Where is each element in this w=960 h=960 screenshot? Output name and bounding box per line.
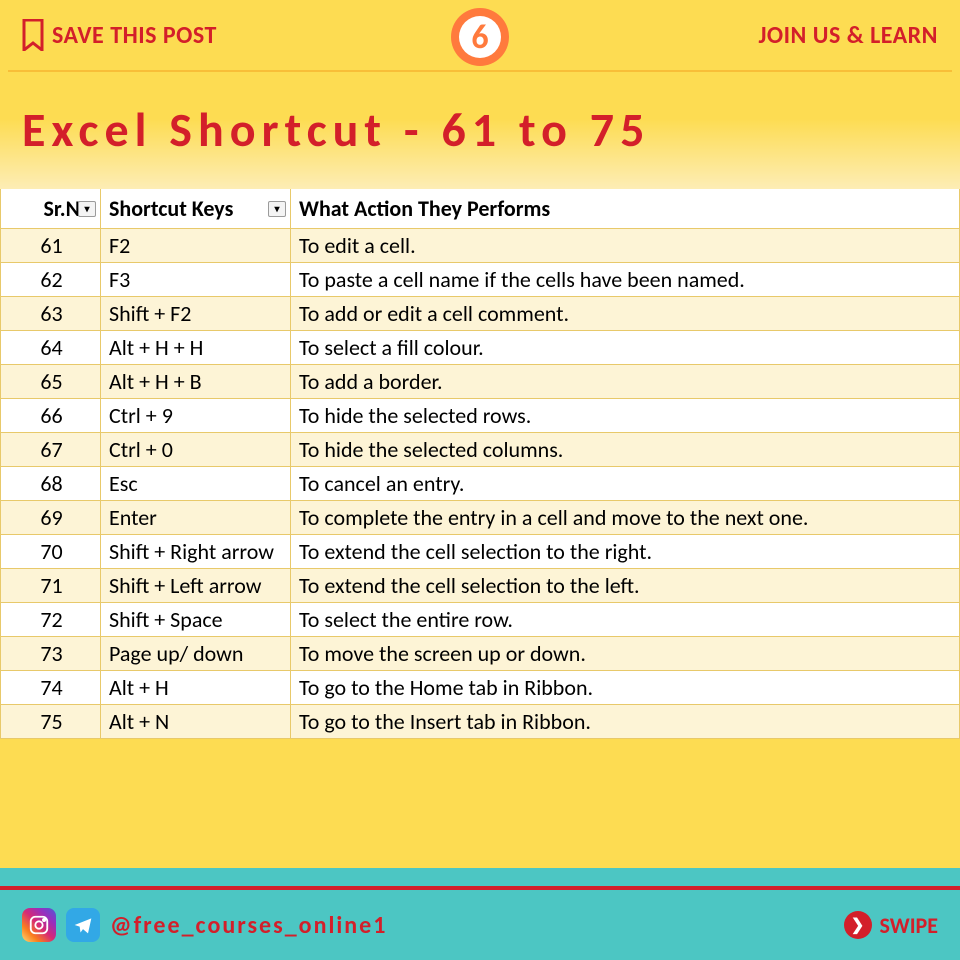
table-row: 61F2To edit a cell. bbox=[1, 229, 960, 263]
table-row: 69EnterTo complete the entry in a cell a… bbox=[1, 501, 960, 535]
filter-icon[interactable]: ▾ bbox=[78, 201, 96, 217]
table-row: 71Shift + Left arrowTo extend the cell s… bbox=[1, 569, 960, 603]
social-group: @free_courses_online1 bbox=[22, 908, 387, 942]
cell-keys: Shift + Left arrow bbox=[101, 569, 291, 603]
cell-action: To add a border. bbox=[291, 365, 960, 399]
cell-srno: 64 bbox=[1, 331, 101, 365]
instagram-icon[interactable] bbox=[22, 908, 56, 942]
cell-action: To edit a cell. bbox=[291, 229, 960, 263]
cell-srno: 68 bbox=[1, 467, 101, 501]
footer-gap bbox=[0, 868, 960, 882]
page-title: Excel Shortcut - 61 to 75 bbox=[22, 100, 938, 159]
cell-srno: 63 bbox=[1, 297, 101, 331]
cell-action: To cancel an entry. bbox=[291, 467, 960, 501]
cell-srno: 61 bbox=[1, 229, 101, 263]
table-row: 66Ctrl + 9To hide the selected rows. bbox=[1, 399, 960, 433]
page-number: 6 bbox=[459, 16, 501, 58]
table-row: 64Alt + H + HTo select a fill colour. bbox=[1, 331, 960, 365]
cell-srno: 71 bbox=[1, 569, 101, 603]
footer: @free_courses_online1 ❯ SWIPE bbox=[0, 882, 960, 960]
cell-action: To select a fill colour. bbox=[291, 331, 960, 365]
cell-keys: Shift + Space bbox=[101, 603, 291, 637]
filter-icon[interactable]: ▾ bbox=[268, 201, 286, 217]
cell-keys: Alt + N bbox=[101, 705, 291, 739]
cell-action: To move the screen up or down. bbox=[291, 637, 960, 671]
table-row: 63Shift + F2To add or edit a cell commen… bbox=[1, 297, 960, 331]
col-keys-label: Shortcut Keys bbox=[109, 195, 233, 222]
cell-srno: 75 bbox=[1, 705, 101, 739]
cell-srno: 72 bbox=[1, 603, 101, 637]
cell-keys: Shift + F2 bbox=[101, 297, 291, 331]
table-row: 75Alt + NTo go to the Insert tab in Ribb… bbox=[1, 705, 960, 739]
cell-keys: Alt + H + H bbox=[101, 331, 291, 365]
col-action: What Action They Performs bbox=[291, 189, 960, 229]
swipe-label: SWIPE bbox=[880, 912, 938, 939]
table-row: 70Shift + Right arrowTo extend the cell … bbox=[1, 535, 960, 569]
cell-keys: Ctrl + 0 bbox=[101, 433, 291, 467]
cell-srno: 62 bbox=[1, 263, 101, 297]
cell-srno: 66 bbox=[1, 399, 101, 433]
cell-action: To go to the Insert tab in Ribbon. bbox=[291, 705, 960, 739]
table-row: 68EscTo cancel an entry. bbox=[1, 467, 960, 501]
table-row: 62F3To paste a cell name if the cells ha… bbox=[1, 263, 960, 297]
save-label: SAVE THIS POST bbox=[52, 21, 217, 50]
col-keys: Shortcut Keys ▾ bbox=[101, 189, 291, 229]
title-section: Excel Shortcut - 61 to 75 bbox=[0, 72, 960, 189]
cell-keys: Page up/ down bbox=[101, 637, 291, 671]
cell-srno: 70 bbox=[1, 535, 101, 569]
cell-srno: 67 bbox=[1, 433, 101, 467]
cell-keys: Ctrl + 9 bbox=[101, 399, 291, 433]
table-row: 67Ctrl + 0To hide the selected columns. bbox=[1, 433, 960, 467]
col-srno: Sr.No▾ bbox=[1, 189, 101, 229]
top-bar: SAVE THIS POST 6 JOIN US & LEARN bbox=[0, 0, 960, 70]
cell-action: To extend the cell selection to the left… bbox=[291, 569, 960, 603]
cell-action: To hide the selected rows. bbox=[291, 399, 960, 433]
table-row: 73Page up/ downTo move the screen up or … bbox=[1, 637, 960, 671]
cell-keys: F2 bbox=[101, 229, 291, 263]
page-badge: 6 bbox=[451, 8, 509, 66]
cell-srno: 69 bbox=[1, 501, 101, 535]
cell-srno: 74 bbox=[1, 671, 101, 705]
cell-keys: F3 bbox=[101, 263, 291, 297]
header-divider bbox=[8, 70, 952, 72]
shortcut-table: Sr.No▾ Shortcut Keys ▾ What Action They P… bbox=[0, 189, 960, 739]
telegram-icon[interactable] bbox=[66, 908, 100, 942]
table-row: 65Alt + H + BTo add a border. bbox=[1, 365, 960, 399]
table-row: 74Alt + HTo go to the Home tab in Ribbon… bbox=[1, 671, 960, 705]
cell-action: To paste a cell name if the cells have b… bbox=[291, 263, 960, 297]
cell-keys: Shift + Right arrow bbox=[101, 535, 291, 569]
cell-action: To complete the entry in a cell and move… bbox=[291, 501, 960, 535]
cell-srno: 65 bbox=[1, 365, 101, 399]
cell-keys: Alt + H bbox=[101, 671, 291, 705]
cell-keys: Enter bbox=[101, 501, 291, 535]
account-handle[interactable]: @free_courses_online1 bbox=[110, 911, 387, 940]
bookmark-icon bbox=[22, 19, 44, 51]
cell-action: To add or edit a cell comment. bbox=[291, 297, 960, 331]
swipe-cta[interactable]: ❯ SWIPE bbox=[844, 911, 938, 939]
cell-action: To hide the selected columns. bbox=[291, 433, 960, 467]
cell-action: To select the entire row. bbox=[291, 603, 960, 637]
cell-srno: 73 bbox=[1, 637, 101, 671]
chevron-right-icon: ❯ bbox=[844, 911, 872, 939]
join-cta[interactable]: JOIN US & LEARN bbox=[758, 21, 938, 50]
save-post-cta[interactable]: SAVE THIS POST bbox=[22, 19, 217, 51]
cell-action: To extend the cell selection to the righ… bbox=[291, 535, 960, 569]
cell-keys: Esc bbox=[101, 467, 291, 501]
cell-action: To go to the Home tab in Ribbon. bbox=[291, 671, 960, 705]
cell-keys: Alt + H + B bbox=[101, 365, 291, 399]
table-header-row: Sr.No▾ Shortcut Keys ▾ What Action They P… bbox=[1, 189, 960, 229]
table-row: 72Shift + SpaceTo select the entire row. bbox=[1, 603, 960, 637]
